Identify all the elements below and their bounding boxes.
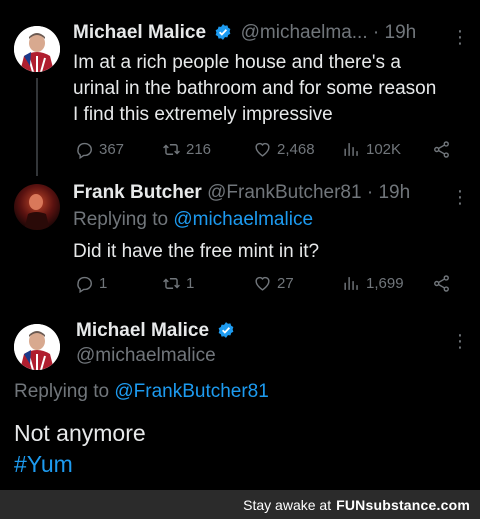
avatar-image <box>14 26 60 72</box>
reply-count: 1 <box>99 275 108 292</box>
verified-icon <box>215 24 231 40</box>
views-count: 102K <box>366 141 402 158</box>
avatar-image <box>14 324 60 370</box>
retweet-icon <box>163 144 180 155</box>
display-name[interactable]: Michael Malice <box>76 320 209 341</box>
tweet-header: Michael Malice <box>76 320 235 342</box>
like-count: 2,468 <box>277 141 315 158</box>
more-options-icon[interactable]: ⋮ <box>451 28 469 46</box>
replying-to-link[interactable]: @FrankButcher81 <box>114 381 268 402</box>
reply-button[interactable]: 367 <box>75 140 124 159</box>
tweet-text: Im at a rich people house and there's a … <box>73 52 437 125</box>
thread-line <box>36 78 38 176</box>
timestamp[interactable]: · 19h <box>373 22 416 43</box>
handle[interactable]: @michaelma... <box>241 22 368 43</box>
views-icon <box>344 143 358 156</box>
replying-to-link[interactable]: @michaelmalice <box>173 209 313 230</box>
replying-to-label: Replying to <box>73 209 169 230</box>
hashtag-link[interactable]: #Yum <box>14 449 73 479</box>
heart-icon <box>255 276 270 291</box>
share-button[interactable] <box>432 140 451 159</box>
reply-button[interactable]: 1 <box>75 274 107 293</box>
more-options-icon[interactable]: ⋮ <box>451 188 469 206</box>
tweet-header: Frank Butcher @FrankButcher81 · 19h <box>73 182 410 204</box>
timestamp[interactable]: · 19h <box>367 182 410 203</box>
views-icon <box>344 277 358 290</box>
heart-icon <box>255 142 270 157</box>
avatar-michael-malice[interactable] <box>14 26 60 72</box>
retweet-count: 1 <box>186 275 195 292</box>
footer-prefix: Stay awake at <box>243 496 332 513</box>
reply-icon <box>77 142 92 159</box>
share-button[interactable] <box>432 274 451 293</box>
tweet-1[interactable]: Michael Malice @michaelma... · 19h ⋮ Im … <box>0 0 480 180</box>
replying-to: Replying to @michaelmalice <box>73 209 313 231</box>
footer-watermark: Stay awake at FUNsubstance.com <box>0 490 480 519</box>
views-button[interactable]: 1,699 <box>342 274 404 293</box>
avatar-michael-malice[interactable] <box>14 324 60 370</box>
replying-to: Replying to @FrankButcher81 <box>14 381 269 403</box>
tweet-header: Michael Malice @michaelma... · 19h <box>73 22 416 44</box>
like-button[interactable]: 27 <box>253 274 294 293</box>
display-name[interactable]: Michael Malice <box>73 22 206 43</box>
share-icon <box>434 275 449 292</box>
share-icon <box>434 141 449 158</box>
retweet-count: 216 <box>186 141 212 158</box>
footer-brand[interactable]: FUNsubstance.com <box>336 497 470 513</box>
views-button[interactable]: 102K <box>342 140 401 159</box>
retweet-button[interactable]: 216 <box>162 140 211 159</box>
retweet-button[interactable]: 1 <box>162 274 194 293</box>
handle[interactable]: @FrankButcher81 <box>207 182 361 203</box>
tweet-text: Not anymore <box>14 420 146 446</box>
verified-icon <box>218 322 234 338</box>
like-button[interactable]: 2,468 <box>253 140 315 159</box>
reply-count: 367 <box>99 141 125 158</box>
views-count: 1,699 <box>366 275 404 292</box>
tweet-3[interactable]: Michael Malice @michaelmalice ⋮ Replying… <box>0 306 480 490</box>
avatar-image <box>14 184 60 230</box>
like-count: 27 <box>277 275 294 292</box>
avatar-frank-butcher[interactable] <box>14 184 60 230</box>
handle[interactable]: @michaelmalice <box>76 345 216 367</box>
replying-to-label: Replying to <box>14 381 110 402</box>
retweet-icon <box>163 278 180 289</box>
reply-icon <box>77 276 92 293</box>
tweet-text: Did it have the free mint in it? <box>73 241 320 262</box>
tweet-2[interactable]: Frank Butcher @FrankButcher81 · 19h ⋮ Re… <box>0 176 480 306</box>
display-name[interactable]: Frank Butcher <box>73 182 202 203</box>
more-options-icon[interactable]: ⋮ <box>451 332 469 350</box>
